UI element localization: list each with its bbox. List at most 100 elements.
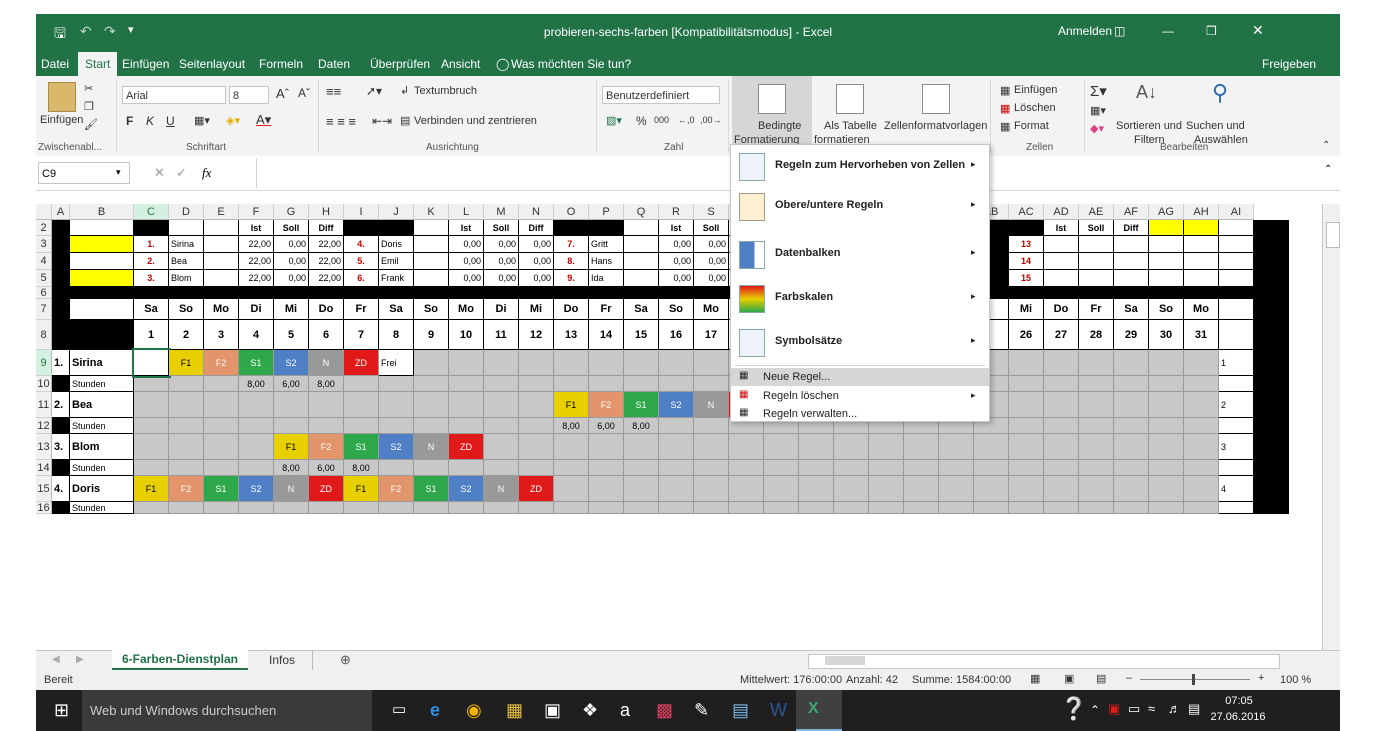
shift-cell[interactable]: ZD: [344, 350, 379, 376]
cell[interactable]: [764, 460, 799, 476]
summary-ist[interactable]: 22,00: [239, 270, 274, 287]
cell-styles-icon[interactable]: [922, 84, 950, 114]
horizontal-scrollbar[interactable]: [808, 654, 1280, 669]
cell[interactable]: [1044, 434, 1079, 460]
cell[interactable]: [204, 287, 239, 299]
cell[interactable]: [974, 502, 1009, 514]
thousands-button[interactable]: 000: [654, 115, 669, 125]
cell[interactable]: [204, 253, 239, 270]
cell[interactable]: [659, 434, 694, 460]
cell[interactable]: [904, 460, 939, 476]
hours-cell[interactable]: 6,00: [274, 376, 309, 392]
cell[interactable]: [52, 236, 70, 253]
day-name[interactable]: Mi: [274, 299, 309, 320]
day-number[interactable]: 14: [589, 320, 624, 350]
cell[interactable]: [379, 287, 414, 299]
column-header-AH[interactable]: AH: [1184, 204, 1219, 220]
cell[interactable]: [379, 376, 414, 392]
find-select-button[interactable]: Suchen und: [1186, 120, 1245, 132]
cell[interactable]: [624, 270, 659, 287]
column-header-AG[interactable]: AG: [1149, 204, 1184, 220]
day-name[interactable]: Fr: [589, 299, 624, 320]
cell[interactable]: [52, 270, 70, 287]
row-header-2[interactable]: 2: [36, 220, 52, 236]
cell[interactable]: [624, 376, 659, 392]
cell[interactable]: [52, 502, 70, 514]
share-button[interactable]: Freigeben: [1262, 57, 1316, 71]
copy-icon[interactable]: ❐: [84, 100, 94, 113]
cell[interactable]: [624, 287, 659, 299]
cell[interactable]: [239, 434, 274, 460]
cell[interactable]: [589, 287, 624, 299]
cell[interactable]: [344, 502, 379, 514]
cell[interactable]: [484, 350, 519, 376]
cell[interactable]: [134, 434, 169, 460]
increase-decimal-icon[interactable]: ←,0: [678, 115, 695, 125]
cell[interactable]: [659, 376, 694, 392]
summary-ist[interactable]: 0,00: [449, 236, 484, 253]
summary-ist[interactable]: 22,00: [239, 253, 274, 270]
summary-index[interactable]: 15: [1009, 270, 1044, 287]
cell[interactable]: [379, 392, 414, 418]
hours-cell[interactable]: 8,00: [274, 460, 309, 476]
day-name[interactable]: Mo: [694, 299, 729, 320]
tab-formulas[interactable]: Formeln: [259, 57, 303, 71]
summary-ist[interactable]: 0,00: [659, 253, 694, 270]
notifications-icon[interactable]: ▤: [1188, 701, 1200, 717]
cell[interactable]: [1079, 253, 1114, 270]
cell[interactable]: [554, 376, 589, 392]
column-header-M[interactable]: M: [484, 204, 519, 220]
cell[interactable]: [70, 270, 134, 287]
cell[interactable]: [1254, 236, 1289, 253]
cell[interactable]: [624, 350, 659, 376]
person-index[interactable]: 1.: [52, 350, 70, 376]
summary-index[interactable]: 2.: [134, 253, 169, 270]
cell[interactable]: [939, 434, 974, 460]
percent-button[interactable]: %: [636, 114, 647, 128]
summary-diff[interactable]: 22,00: [309, 236, 344, 253]
cell[interactable]: [1114, 287, 1149, 299]
menu-item-top-bottom-rules[interactable]: Obere/untere Regeln ▸: [731, 187, 989, 225]
cell[interactable]: [554, 350, 589, 376]
tab-data[interactable]: Daten: [318, 57, 350, 71]
zoom-out-icon[interactable]: –: [1126, 672, 1132, 684]
person-name[interactable]: Bea: [70, 392, 134, 418]
cell[interactable]: [659, 287, 694, 299]
shift-cell[interactable]: S2: [449, 476, 484, 502]
summary-ist[interactable]: 0,00: [449, 253, 484, 270]
day-name[interactable]: So: [169, 299, 204, 320]
row-header-12[interactable]: 12: [36, 418, 52, 434]
tray-app-icon[interactable]: ▣: [1108, 701, 1120, 717]
cell[interactable]: [70, 320, 134, 350]
merge-button[interactable]: Verbinden und zentrieren: [414, 115, 537, 127]
cell[interactable]: [1254, 220, 1289, 236]
cell[interactable]: [1079, 236, 1114, 253]
shift-cell[interactable]: S2: [239, 476, 274, 502]
zoom-slider[interactable]: [1140, 679, 1250, 680]
dropbox-icon[interactable]: ❖: [582, 700, 598, 721]
sheet-tab-infos[interactable]: Infos: [252, 651, 313, 671]
cell[interactable]: [624, 434, 659, 460]
windows-start-icon[interactable]: ⊞: [54, 700, 69, 721]
cell[interactable]: [624, 460, 659, 476]
cell[interactable]: [169, 376, 204, 392]
insert-cells-button[interactable]: Einfügen: [1014, 84, 1057, 96]
cell[interactable]: [1149, 392, 1184, 418]
cell[interactable]: [519, 502, 554, 514]
borders-icon[interactable]: ▦▾: [194, 114, 210, 127]
shift-cell[interactable]: ZD: [519, 476, 554, 502]
cell[interactable]: [1009, 376, 1044, 392]
cell[interactable]: [1219, 460, 1254, 476]
cell[interactable]: [729, 460, 764, 476]
summary-name[interactable]: Doris: [379, 236, 414, 253]
tab-review[interactable]: Überprüfen: [370, 57, 430, 71]
day-name[interactable]: Sa: [1114, 299, 1149, 320]
row-header-8[interactable]: 8: [36, 320, 52, 350]
cell[interactable]: [519, 418, 554, 434]
person-row-index[interactable]: 3: [1219, 434, 1254, 460]
summary-soll[interactable]: 0,00: [274, 236, 309, 253]
cell[interactable]: [1184, 392, 1219, 418]
day-name[interactable]: Mi: [1009, 299, 1044, 320]
cell[interactable]: [309, 287, 344, 299]
cell[interactable]: [484, 392, 519, 418]
